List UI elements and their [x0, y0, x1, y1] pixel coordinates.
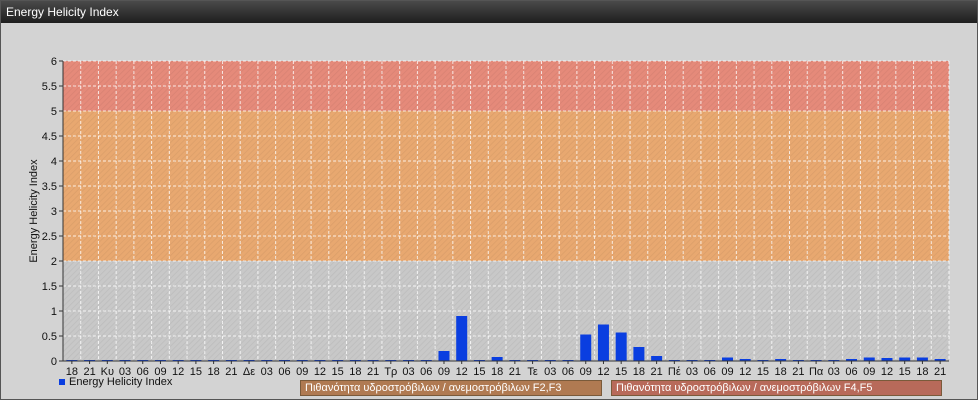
- x-tick-label: 21: [650, 366, 662, 378]
- x-tick-label: 06: [278, 366, 290, 378]
- x-tick-label: 06: [562, 366, 574, 378]
- y-tick-label: 4.5: [42, 131, 57, 143]
- bar-47: [899, 357, 911, 361]
- x-tick-label: Πα: [809, 366, 824, 378]
- bar-31: [615, 332, 627, 361]
- x-tick-label: 15: [332, 366, 344, 378]
- legend: Energy Helicity Index: [59, 376, 172, 388]
- legend-swatch: [59, 379, 65, 385]
- bar-33: [651, 356, 663, 361]
- x-tick-label: 15: [473, 366, 485, 378]
- x-tick-label: 18: [207, 366, 219, 378]
- x-tick-label: 12: [881, 366, 893, 378]
- x-tick-label: 15: [899, 366, 911, 378]
- x-tick-label: 06: [845, 366, 857, 378]
- y-tick-label: 2.5: [42, 231, 57, 243]
- x-tick-label: 15: [190, 366, 202, 378]
- x-tick-label: 15: [615, 366, 627, 378]
- chart-area: 00.511.522.533.544.555.56 18 21 Κυ 03 06 09 12…: [28, 56, 950, 378]
- x-tick-label: Τρ: [384, 366, 397, 378]
- x-tick-label: 09: [296, 366, 308, 378]
- x-tick-label: 06: [704, 366, 716, 378]
- x-tick-label: 06: [420, 366, 432, 378]
- x-tick-label: 12: [739, 366, 751, 378]
- chart-window: Energy Helicity Index 0 0.5 1 1.5 2 2.5 3 3.5 4 4…: [0, 0, 978, 400]
- x-tick-label: Τε: [527, 366, 538, 378]
- y-tick-label: 5.5: [42, 81, 57, 93]
- y-tick-label: 0: [51, 356, 57, 368]
- x-tick-label: 18: [775, 366, 787, 378]
- x-tick-label: 12: [172, 366, 184, 378]
- window-title: Energy Helicity Index: [1, 1, 977, 23]
- y-tick-label: 4: [51, 156, 57, 168]
- x-tick-label: 12: [314, 366, 326, 378]
- x-tick-label: Δε: [243, 366, 255, 378]
- bar-32: [633, 347, 645, 361]
- legend-box-f2-f3: Πιθανότητα υδροστρόβιλων / ανεμοστρόβιλω…: [300, 380, 602, 396]
- y-tick-label: 5: [51, 106, 57, 118]
- bar-48: [916, 357, 928, 361]
- y-tick-label: 0.5: [42, 331, 57, 343]
- y-tick-label: 6: [51, 56, 57, 68]
- legend-box-f4-f5: Πιθανότητα υδροστρόβιλων / ανεμοστρόβιλω…: [611, 380, 942, 396]
- x-tick-label: 21: [367, 366, 379, 378]
- x-tick-label: 03: [402, 366, 414, 378]
- x-tick-label: 09: [721, 366, 733, 378]
- x-tick-label: 18: [916, 366, 928, 378]
- x-tick-label: 12: [456, 366, 468, 378]
- bar-29: [580, 334, 592, 361]
- bar-22: [456, 316, 468, 361]
- bar-21: [438, 351, 450, 361]
- bar-45: [863, 357, 875, 361]
- x-tick-label: 03: [686, 366, 698, 378]
- x-tick-label: 03: [828, 366, 840, 378]
- x-tick-label: 09: [863, 366, 875, 378]
- x-tick-label: 21: [225, 366, 237, 378]
- x-tick-label: 12: [597, 366, 609, 378]
- x-tick-label: 18: [349, 366, 361, 378]
- y-tick-label: 3.5: [42, 181, 57, 193]
- x-tick-label: 21: [792, 366, 804, 378]
- y-tick-label: 1.5: [42, 281, 57, 293]
- legend-label: Energy Helicity Index: [69, 376, 173, 388]
- x-tick-label: 18: [633, 366, 645, 378]
- x-tick-label: 09: [580, 366, 592, 378]
- bar-30: [597, 324, 609, 361]
- x-tick-label: 03: [544, 366, 556, 378]
- x-tick-label: 15: [757, 366, 769, 378]
- bar-24: [491, 357, 503, 361]
- x-tick-label: 21: [509, 366, 521, 378]
- x-tick-label: 21: [934, 366, 946, 378]
- y-tick-label: 2: [51, 256, 57, 268]
- y-tick-label: 1: [51, 306, 57, 318]
- y-axis-label: Energy Helicity Index: [28, 159, 40, 263]
- x-tick-label: 09: [438, 366, 450, 378]
- y-tick-label: 3: [51, 206, 57, 218]
- x-tick-label: 18: [491, 366, 503, 378]
- x-tick-label: Πέ: [668, 366, 681, 378]
- x-tick-label: 03: [261, 366, 273, 378]
- bar-37: [722, 357, 733, 361]
